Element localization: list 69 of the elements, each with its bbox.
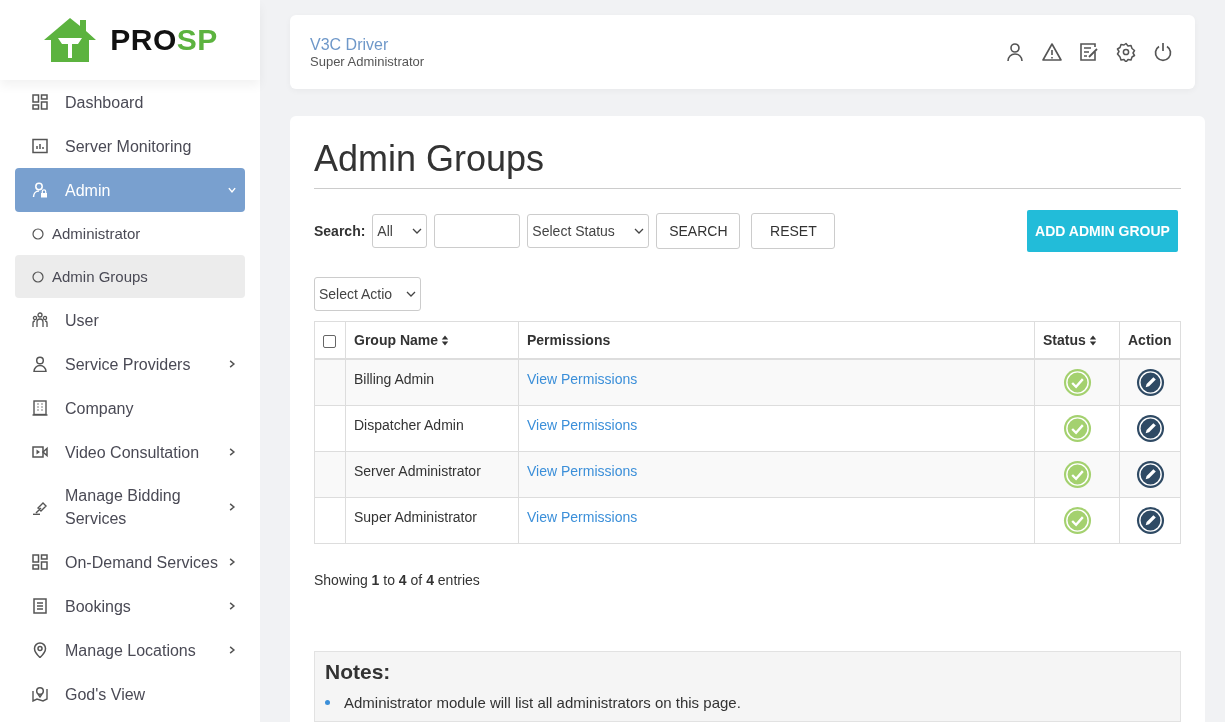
user-role: Super Administrator [310, 53, 425, 69]
location-pin-icon [32, 642, 48, 658]
dropdown-icon [634, 228, 645, 234]
user-name: V3C Driver [310, 35, 390, 54]
page-title: Admin Groups [314, 138, 1181, 189]
nav-item[interactable]: Video Consultation [15, 430, 245, 474]
table-cell [314, 451, 346, 497]
sort-icon [441, 335, 449, 346]
nav-item[interactable]: Manage Locations [15, 628, 245, 672]
edit-icon[interactable] [1135, 413, 1165, 443]
nav-item[interactable]: God's View [15, 672, 245, 716]
video-icon [32, 444, 48, 460]
edit-note-icon[interactable] [1079, 42, 1099, 62]
nav-item[interactable]: User [15, 298, 245, 342]
reset-button[interactable]: RESET [751, 213, 836, 249]
person-icon [32, 356, 48, 372]
nav-item[interactable]: Dashboard [15, 80, 245, 124]
table-cell: Server Administrator [345, 451, 519, 497]
nav-item[interactable]: Manage Bidding Services [15, 474, 245, 540]
circle-icon [32, 270, 44, 283]
dropdown-icon [412, 228, 423, 234]
active-check-icon[interactable] [1062, 459, 1092, 489]
chart-icon [32, 138, 48, 154]
nav-subitem[interactable]: Administrator [15, 212, 245, 255]
warning-icon[interactable] [1042, 42, 1062, 62]
profile-icon[interactable] [1005, 42, 1025, 62]
edit-icon[interactable] [1135, 368, 1165, 397]
sort-icon [1088, 335, 1097, 346]
note-text: Administrator module will list all administrators on this page. [344, 693, 741, 711]
user-lock-icon [32, 182, 48, 198]
nav-item[interactable]: On-Demand Services [15, 540, 245, 584]
search-button[interactable]: SEARCH [656, 213, 741, 249]
users-icon [32, 312, 48, 328]
active-check-icon[interactable] [1062, 505, 1092, 535]
edit-icon[interactable] [1135, 505, 1165, 535]
active-check-icon[interactable] [1062, 413, 1092, 443]
table-cell: Super Administrator [345, 497, 519, 543]
field-select[interactable]: All [372, 214, 428, 248]
document-icon [32, 598, 48, 614]
brand-name: PROSP [110, 23, 218, 57]
table-cell [314, 497, 346, 543]
select-all-checkbox[interactable] [323, 334, 336, 348]
table-cell [314, 405, 346, 451]
nav-item[interactable]: Service Providers [15, 342, 245, 386]
view-permissions-link[interactable]: View Permissions [527, 416, 638, 433]
action-select[interactable]: Select Actio [314, 277, 421, 311]
settings-icon[interactable] [1116, 42, 1136, 62]
dropdown-icon [406, 291, 416, 297]
notes-title: Notes: [325, 659, 392, 684]
nav-subitem[interactable]: Admin Groups [15, 255, 245, 298]
search-input[interactable] [434, 214, 521, 248]
view-permissions-link[interactable]: View Permissions [527, 508, 638, 525]
circle-icon [32, 227, 44, 240]
table-cell: Billing Admin [345, 359, 519, 405]
status-select[interactable]: Select Status [527, 214, 650, 248]
nav-item[interactable]: Server Monitoring [15, 124, 245, 168]
nav-item[interactable]: Company [15, 386, 245, 430]
table-cell: Dispatcher Admin [345, 405, 519, 451]
grid-icon [32, 554, 48, 570]
nav-item[interactable]: Bookings [15, 584, 245, 628]
active-check-icon[interactable] [1062, 368, 1092, 397]
entries-summary: Showing 1 to 4 of 4 entries [314, 571, 481, 588]
map-pin-icon [32, 686, 48, 702]
grid-icon [32, 94, 48, 110]
building-icon [32, 400, 48, 416]
bullet-icon [325, 699, 330, 705]
power-icon[interactable] [1153, 42, 1173, 62]
edit-icon[interactable] [1135, 459, 1165, 489]
search-label: Search: [314, 223, 366, 239]
